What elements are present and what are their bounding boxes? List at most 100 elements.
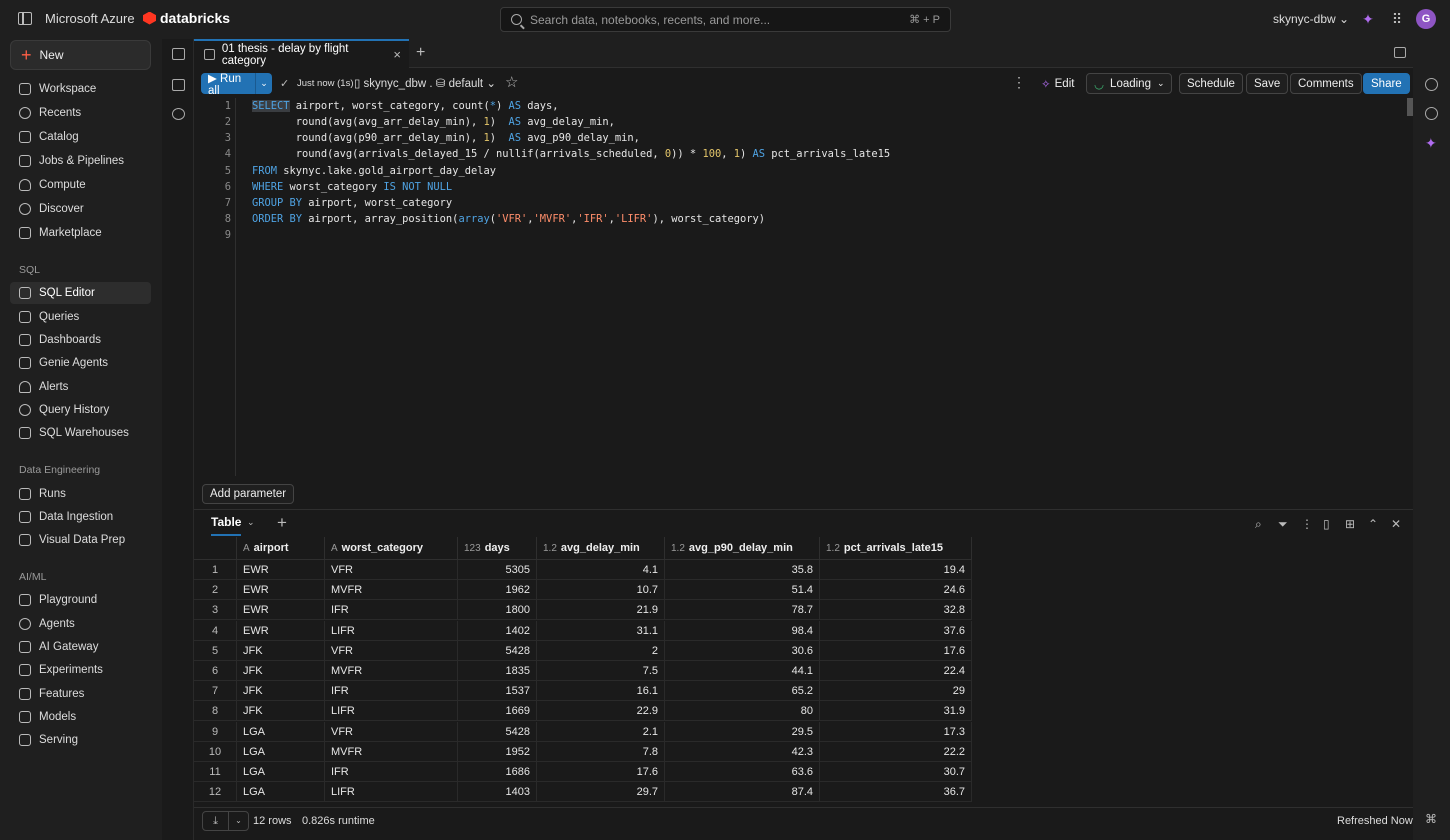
table-cell[interactable]: LGA: [237, 782, 325, 803]
chevron-down-icon[interactable]: ⌄: [229, 812, 248, 830]
sidebar-item-playground[interactable]: Playground: [10, 589, 151, 611]
table-cell[interactable]: 17.6: [537, 762, 665, 782]
table-cell[interactable]: MVFR: [325, 580, 458, 601]
sidebar-item-query-history[interactable]: Query History: [10, 399, 151, 421]
tab-query[interactable]: 01 thesis - delay by flight category ×: [194, 39, 409, 68]
sidebar-item-jobs[interactable]: Jobs & Pipelines: [10, 150, 151, 172]
databricks-logo[interactable]: databricks: [143, 10, 230, 26]
sidebar-item-features[interactable]: Features: [10, 683, 151, 705]
sidebar-item-compute[interactable]: Compute: [10, 174, 151, 196]
global-search[interactable]: Search data, notebooks, recents, and mor…: [500, 7, 951, 32]
table-cell[interactable]: 22.2: [820, 741, 972, 762]
download-button[interactable]: ⤓ ⌄: [202, 811, 249, 831]
run-options-chevron-icon[interactable]: ⌄: [255, 73, 272, 94]
table-cell[interactable]: 65.2: [665, 681, 820, 702]
sidebar-item-models[interactable]: Models: [10, 706, 151, 728]
table-cell[interactable]: 7.8: [537, 741, 665, 762]
table-cell[interactable]: EWR: [237, 620, 325, 641]
keyboard-shortcuts-icon[interactable]: ⌘: [1425, 812, 1437, 826]
table-cell[interactable]: 51.4: [665, 580, 820, 601]
table-cell[interactable]: EWR: [237, 580, 325, 601]
table-cell[interactable]: 24.6: [820, 580, 972, 601]
row-index[interactable]: 10: [194, 741, 237, 762]
more-options-icon[interactable]: ⋮: [1012, 74, 1026, 91]
save-button[interactable]: Save: [1246, 73, 1289, 94]
sidebar-item-dashboards[interactable]: Dashboards: [10, 329, 151, 351]
sidebar-item-data-ingestion[interactable]: Data Ingestion: [10, 506, 151, 528]
table-cell[interactable]: 80: [665, 701, 820, 722]
table-cell[interactable]: IFR: [325, 600, 458, 621]
row-index[interactable]: 12: [194, 782, 237, 803]
table-cell[interactable]: JFK: [237, 681, 325, 702]
editor-panel-icon[interactable]: [172, 48, 185, 60]
table-cell[interactable]: 22.4: [820, 661, 972, 681]
table-cell[interactable]: 29.7: [537, 782, 665, 803]
table-cell[interactable]: LIFR: [325, 701, 458, 722]
table-cell[interactable]: LIFR: [325, 782, 458, 803]
table-cell[interactable]: 1403: [458, 782, 537, 803]
column-header-pct-arrivals-late15[interactable]: 1.2 pct_arrivals_late15: [820, 537, 972, 560]
table-cell[interactable]: MVFR: [325, 661, 458, 681]
add-parameter-button[interactable]: Add parameter: [202, 484, 295, 504]
column-header-avg-p90-delay-min[interactable]: 1.2 avg_p90_delay_min: [665, 537, 820, 560]
table-cell[interactable]: 98.4: [665, 620, 820, 641]
sidebar-item-runs[interactable]: Runs: [10, 483, 151, 505]
close-tab-icon[interactable]: ×: [393, 47, 401, 62]
warehouse-selector[interactable]: ◡ Loading ⌄: [1086, 73, 1172, 94]
schedule-button[interactable]: Schedule: [1179, 73, 1243, 94]
table-cell[interactable]: 21.9: [537, 600, 665, 621]
filter-icon[interactable]: ⏷: [1278, 517, 1288, 532]
table-cell[interactable]: 4.1: [537, 560, 665, 580]
table-cell[interactable]: 7.5: [537, 661, 665, 681]
row-index[interactable]: 5: [194, 640, 237, 661]
table-cell[interactable]: VFR: [325, 560, 458, 580]
table-cell[interactable]: EWR: [237, 600, 325, 621]
table-cell[interactable]: 1835: [458, 661, 537, 681]
table-cell[interactable]: 29.5: [665, 721, 820, 742]
table-cell[interactable]: 5428: [458, 721, 537, 742]
folder-icon[interactable]: [172, 79, 185, 91]
table-cell[interactable]: MVFR: [325, 741, 458, 762]
table-cell[interactable]: 2: [537, 640, 665, 661]
table-cell[interactable]: 17.6: [820, 640, 972, 661]
row-index[interactable]: 2: [194, 580, 237, 601]
table-cell[interactable]: 5428: [458, 640, 537, 661]
sidebar-item-visual-data-prep[interactable]: Visual Data Prep: [10, 529, 151, 551]
split-view-icon[interactable]: [1394, 47, 1406, 58]
table-cell[interactable]: 22.9: [537, 701, 665, 722]
table-cell[interactable]: 19.4: [820, 560, 972, 580]
table-cell[interactable]: VFR: [325, 721, 458, 742]
table-cell[interactable]: 31.1: [537, 620, 665, 641]
close-results-icon[interactable]: ✕: [1391, 517, 1401, 531]
row-index[interactable]: 3: [194, 600, 237, 621]
table-cell[interactable]: 30.6: [665, 640, 820, 661]
table-cell[interactable]: 16.1: [537, 681, 665, 702]
sidebar-item-catalog[interactable]: Catalog: [10, 126, 151, 148]
row-index[interactable]: 7: [194, 681, 237, 702]
panel-layout-icon[interactable]: ▯: [1323, 517, 1330, 531]
apps-grid-icon[interactable]: ⠿: [1389, 11, 1405, 27]
sidebar-item-sql-warehouses[interactable]: SQL Warehouses: [10, 422, 151, 444]
column-options-icon[interactable]: ⋮: [1301, 517, 1313, 531]
table-cell[interactable]: 32.8: [820, 600, 972, 621]
table-cell[interactable]: 35.8: [665, 560, 820, 580]
table-cell[interactable]: LGA: [237, 762, 325, 782]
search-icon[interactable]: ⌕: [1255, 517, 1262, 532]
edit-button[interactable]: ✧ Edit: [1034, 73, 1081, 94]
table-cell[interactable]: JFK: [237, 640, 325, 661]
avatar[interactable]: G: [1416, 9, 1436, 29]
table-cell[interactable]: 1537: [458, 681, 537, 702]
sidebar-item-discover[interactable]: Discover: [10, 198, 151, 220]
sidebar-item-marketplace[interactable]: Marketplace: [10, 222, 151, 244]
table-cell[interactable]: IFR: [325, 762, 458, 782]
table-cell[interactable]: 1962: [458, 580, 537, 601]
table-cell[interactable]: 87.4: [665, 782, 820, 803]
table-cell[interactable]: 1952: [458, 741, 537, 762]
sidebar-item-queries[interactable]: Queries: [10, 306, 151, 328]
table-cell[interactable]: 30.7: [820, 762, 972, 782]
table-cell[interactable]: 1669: [458, 701, 537, 722]
table-cell[interactable]: IFR: [325, 681, 458, 702]
table-cell[interactable]: VFR: [325, 640, 458, 661]
table-cell[interactable]: 31.9: [820, 701, 972, 722]
table-settings-icon[interactable]: ⊞: [1345, 517, 1355, 531]
